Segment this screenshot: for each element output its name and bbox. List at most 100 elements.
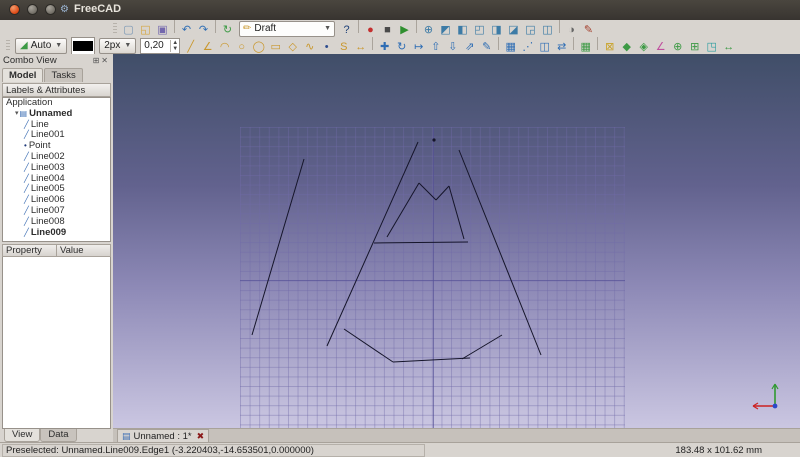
macro-record-icon[interactable]: ● xyxy=(363,23,378,38)
tab-data[interactable]: Data xyxy=(40,429,77,442)
macro-play-icon[interactable]: ▶ xyxy=(397,23,412,38)
draft-array-icon[interactable]: ▦ xyxy=(503,40,518,55)
scale-spinbox[interactable]: 0,20 ▲ ▼ xyxy=(140,37,181,54)
snap-working-plane-icon[interactable]: ◳ xyxy=(704,40,719,55)
draft-downgrade-icon[interactable]: ⇩ xyxy=(445,40,460,55)
snap-midpoint-icon[interactable]: ◈ xyxy=(636,40,651,55)
window-close-button[interactable] xyxy=(9,4,20,15)
draft-ellipse-icon[interactable]: ◯ xyxy=(251,40,266,55)
left-view-icon[interactable]: ◫ xyxy=(540,23,555,38)
tree-item-line009[interactable]: ╱ Line009 xyxy=(3,227,110,239)
working-plane-button[interactable]: ◢ Auto ▼ xyxy=(15,37,68,54)
sketch-line-edge-2[interactable] xyxy=(458,149,542,356)
tree-item-line003[interactable]: ╱ Line003 xyxy=(3,162,110,174)
navigation-axes-origin xyxy=(772,403,778,409)
spinbox-arrows[interactable]: ▲ ▼ xyxy=(170,39,179,52)
axonometric-view-icon[interactable]: ◩ xyxy=(438,23,453,38)
tab-view[interactable]: View xyxy=(4,429,41,442)
line-color-swatch[interactable] xyxy=(71,36,96,55)
draft-polyline-icon[interactable]: ∠ xyxy=(200,40,215,55)
document-tab-unnamed[interactable]: ▤ Unnamed : 1* ✖ xyxy=(117,429,210,443)
tab-model[interactable]: Model xyxy=(2,68,44,82)
line-width-select[interactable]: 2px ▼ xyxy=(99,37,137,54)
sketch-line-edge-4[interactable] xyxy=(418,182,437,201)
sketch-view-icon[interactable]: ✎ xyxy=(581,23,596,38)
snap-angle-icon[interactable]: ∠ xyxy=(653,40,668,55)
sketch-line-edge-8[interactable] xyxy=(343,328,394,363)
draft-arc-icon[interactable]: ◠ xyxy=(217,40,232,55)
sketch-line-edge-0[interactable] xyxy=(251,158,305,336)
draft-circle-icon[interactable]: ○ xyxy=(234,40,249,55)
tree-item-line008[interactable]: ╱ Line008 xyxy=(3,216,110,228)
top-view-icon[interactable]: ◰ xyxy=(472,23,487,38)
toggle-grid-icon[interactable]: ▦ xyxy=(578,40,593,55)
window-maximize-button[interactable] xyxy=(45,4,56,15)
line-icon: ╱ xyxy=(24,227,29,237)
draft-upgrade-icon[interactable]: ⇧ xyxy=(428,40,443,55)
tree-item-unnamed[interactable]: ▾ ▤ Unnamed xyxy=(3,108,110,120)
snap-lock-icon[interactable]: ⊠ xyxy=(602,40,617,55)
sketch-line-edge-6[interactable] xyxy=(448,185,465,240)
undo-icon[interactable]: ↶ xyxy=(179,23,194,38)
draft-trimex-icon[interactable]: ↦ xyxy=(411,40,426,55)
toolbar-handle[interactable] xyxy=(6,39,10,52)
document-tab-label: Unnamed : 1* xyxy=(133,431,192,442)
draft-scale-icon[interactable]: ⇗ xyxy=(462,40,477,55)
rear-view-icon[interactable]: ◪ xyxy=(506,23,521,38)
snap-dimensions-icon[interactable]: ↔ xyxy=(721,40,736,55)
tree-item-line001[interactable]: ╱ Line001 xyxy=(3,130,110,141)
workbench-selector[interactable]: ✏ Draft ▼ xyxy=(239,20,335,37)
bottom-view-icon[interactable]: ◲ xyxy=(523,23,538,38)
draft-line-icon[interactable]: ╱ xyxy=(183,40,198,55)
draft-dimension-icon[interactable]: ↔ xyxy=(353,40,368,55)
snap-grid-icon[interactable]: ⊞ xyxy=(687,40,702,55)
draft-move-icon[interactable]: ✚ xyxy=(377,40,392,55)
fit-all-icon[interactable]: ⊕ xyxy=(421,23,436,38)
sketch-drawing-canvas[interactable] xyxy=(113,54,800,429)
draft-point-icon[interactable]: • xyxy=(319,40,334,55)
status-message: Preselected: Unnamed.Line009.Edge1 (-3.2… xyxy=(2,443,425,457)
toolbar-separator xyxy=(215,19,216,33)
snap-endpoint-icon[interactable]: ◆ xyxy=(619,40,634,55)
property-table-body[interactable] xyxy=(2,257,111,429)
sketch-line-edge-3[interactable] xyxy=(386,182,420,238)
sketch-line-edge-10[interactable] xyxy=(392,357,471,363)
right-view-icon[interactable]: ◨ xyxy=(489,23,504,38)
new-document-icon[interactable]: ▢ xyxy=(121,23,136,38)
close-panel-icon[interactable]: ✕ xyxy=(101,56,110,65)
line-icon: ╱ xyxy=(24,216,29,226)
expander-icon[interactable]: ▾ xyxy=(15,109,19,120)
draft-path-array-icon[interactable]: ⋰ xyxy=(520,40,535,55)
draft-clone-icon[interactable]: ◫ xyxy=(537,40,552,55)
window-minimize-button[interactable] xyxy=(27,4,38,15)
sketch-line-edge-1[interactable] xyxy=(326,141,419,347)
sketch-line-edge-9[interactable] xyxy=(461,334,503,360)
draft-edit-icon[interactable]: ✎ xyxy=(479,40,494,55)
float-panel-icon[interactable]: ⊞ xyxy=(93,56,102,65)
macro-stop-icon[interactable]: ■ xyxy=(380,23,395,38)
sketch-line-edge-7[interactable] xyxy=(373,241,469,244)
document-icon: ▤ xyxy=(19,108,28,118)
sketch-point[interactable] xyxy=(432,138,436,142)
draft-shapestring-icon[interactable]: S xyxy=(336,40,351,55)
snap-center-icon[interactable]: ⊕ xyxy=(670,40,685,55)
titlebar: ⚙ FreeCAD xyxy=(0,0,800,21)
tab-tasks[interactable]: Tasks xyxy=(44,68,83,82)
close-tab-icon[interactable]: ✖ xyxy=(197,431,205,442)
save-document-icon[interactable]: ▣ xyxy=(155,23,170,38)
draft-bspline-icon[interactable]: ∿ xyxy=(302,40,317,55)
open-document-icon[interactable]: ◱ xyxy=(138,23,153,38)
toolbar-handle[interactable] xyxy=(113,22,117,35)
draft-rotate-icon[interactable]: ↻ xyxy=(394,40,409,55)
refresh-icon[interactable]: ↻ xyxy=(220,23,235,38)
draw-style-icon[interactable]: ◑ xyxy=(564,23,579,38)
3d-viewport[interactable] xyxy=(113,54,800,429)
draft-rectangle-icon[interactable]: ▭ xyxy=(268,40,283,55)
current-line-color xyxy=(73,40,94,51)
redo-icon[interactable]: ↷ xyxy=(196,23,211,38)
whats-this-icon[interactable]: ? xyxy=(339,23,354,38)
front-view-icon[interactable]: ◧ xyxy=(455,23,470,38)
sketch-line-edge-5[interactable] xyxy=(435,185,450,201)
draft-polygon-icon[interactable]: ◇ xyxy=(285,40,300,55)
draft-to-sketch-icon[interactable]: ⇄ xyxy=(554,40,569,55)
